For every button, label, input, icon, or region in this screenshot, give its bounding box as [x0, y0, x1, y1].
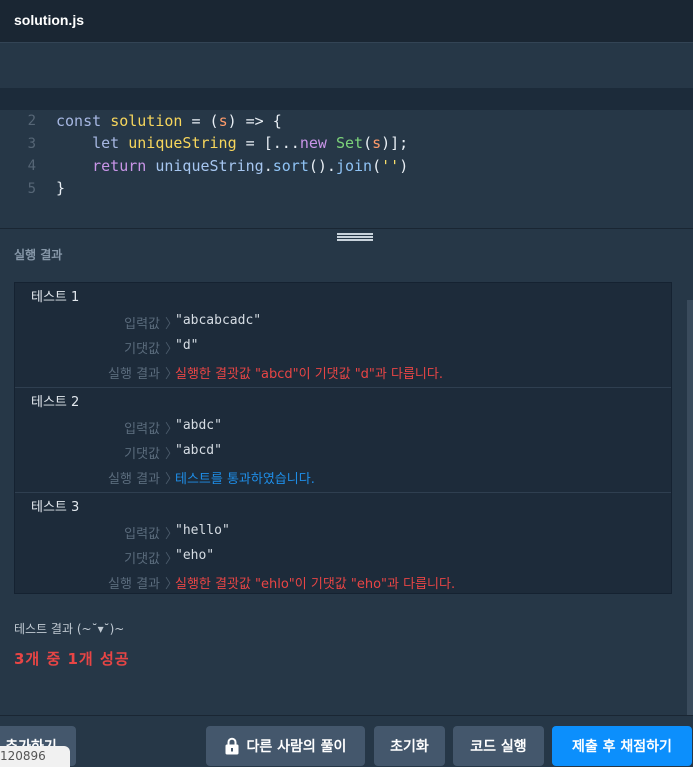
submit-button[interactable]: 제출 후 채점하기	[552, 726, 692, 766]
row-label: 입력값	[124, 317, 160, 332]
results-header: 실행 결과	[14, 248, 63, 262]
test-case: 테스트 3 입력값 〉 "hello" 기댓값 〉 "eho" 실행 결과 〉 …	[15, 493, 671, 598]
summary-label: 테스트 결과 (~˘▾˘)~	[14, 622, 125, 636]
row-value: "abcabcadc"	[175, 313, 262, 328]
result-row: 실행 결과 〉 실행한 결괏값 "abcd"이 기댓값 "d"과 다릅니다.	[15, 363, 671, 383]
code-line-5[interactable]: 5	[0, 156, 693, 197]
expected-row: 기댓값 〉 "d"	[15, 338, 671, 358]
drag-handle-icon[interactable]	[337, 233, 373, 241]
row-value: "abcd"	[175, 443, 222, 458]
row-label: 실행 결과	[108, 367, 160, 382]
other-solutions-label: 다른 사람의 풀이	[246, 739, 347, 755]
test-case: 테스트 1 입력값 〉 "abcabcadc" 기댓값 〉 "d" 실행 결과 …	[15, 283, 671, 388]
code-line-2[interactable]: 2 let uniqueString = [...new Set(s)];	[0, 88, 693, 152]
code-line-3[interactable]: 3 return uniqueString.sort().join('')	[0, 111, 693, 175]
row-label: 실행 결과	[108, 577, 160, 592]
row-value: "abdc"	[175, 418, 222, 433]
row-label: 입력값	[124, 422, 160, 437]
test-case: 테스트 2 입력값 〉 "abdc" 기댓값 〉 "abcd" 실행 결과 〉 …	[15, 388, 671, 493]
lock-icon	[225, 737, 239, 755]
other-solutions-button[interactable]: 다른 사람의 풀이	[206, 726, 365, 766]
result-row: 실행 결과 〉 실행한 결괏값 "ehlo"이 기댓값 "eho"과 다릅니다.	[15, 573, 671, 593]
reset-button[interactable]: 초기화	[374, 726, 445, 766]
result-message: 테스트를 통과하였습니다.	[175, 472, 315, 487]
action-bar: 추가하기 다른 사람의 풀이 초기화 코드 실행 제출 후 채점하기	[0, 715, 693, 767]
code-text: }	[56, 179, 66, 197]
input-row: 입력값 〉 "abdc"	[15, 418, 671, 438]
run-code-button[interactable]: 코드 실행	[453, 726, 544, 766]
results-panel: 테스트 1 입력값 〉 "abcabcadc" 기댓값 〉 "d" 실행 결과 …	[14, 282, 672, 594]
reset-button-label: 초기화	[390, 739, 429, 755]
test-title: 테스트 3	[31, 500, 80, 515]
line-number: 5	[27, 181, 36, 197]
expected-row: 기댓값 〉 "abcd"	[15, 443, 671, 463]
file-tab-name: solution.js	[14, 12, 84, 28]
row-label: 기댓값	[124, 447, 160, 462]
code-line-4[interactable]: 4 }	[0, 133, 693, 197]
input-row: 입력값 〉 "hello"	[15, 523, 671, 543]
results-scrollbar[interactable]	[687, 300, 693, 720]
row-value: "hello"	[175, 523, 230, 538]
summary-value: 3개 중 1개 성공	[14, 650, 130, 668]
result-message: 실행한 결괏값 "ehlo"이 기댓값 "eho"과 다릅니다.	[175, 577, 456, 592]
row-label: 기댓값	[124, 342, 160, 357]
input-row: 입력값 〉 "abcabcadc"	[15, 313, 671, 333]
file-tab[interactable]: solution.js	[0, 0, 693, 43]
row-label: 입력값	[124, 527, 160, 542]
code-line-1[interactable]: 1 const solution = (s) => {	[0, 66, 693, 130]
result-row: 실행 결과 〉 테스트를 통과하였습니다.	[15, 468, 671, 488]
pane-splitter[interactable]	[0, 228, 693, 242]
expected-row: 기댓값 〉 "eho"	[15, 548, 671, 568]
test-title: 테스트 2	[31, 395, 80, 410]
submit-button-label: 제출 후 채점하기	[572, 739, 672, 755]
code-editor[interactable]: 1 const solution = (s) => { 2 let unique…	[0, 43, 693, 228]
row-label: 기댓값	[124, 552, 160, 567]
row-value: "eho"	[175, 548, 215, 563]
row-value: "d"	[175, 338, 199, 353]
id-tag: 120896	[0, 746, 70, 767]
test-title: 테스트 1	[31, 290, 80, 305]
run-code-label: 코드 실행	[470, 739, 527, 755]
row-label: 실행 결과	[108, 472, 160, 487]
result-message: 실행한 결괏값 "abcd"이 기댓값 "d"과 다릅니다.	[175, 367, 443, 382]
